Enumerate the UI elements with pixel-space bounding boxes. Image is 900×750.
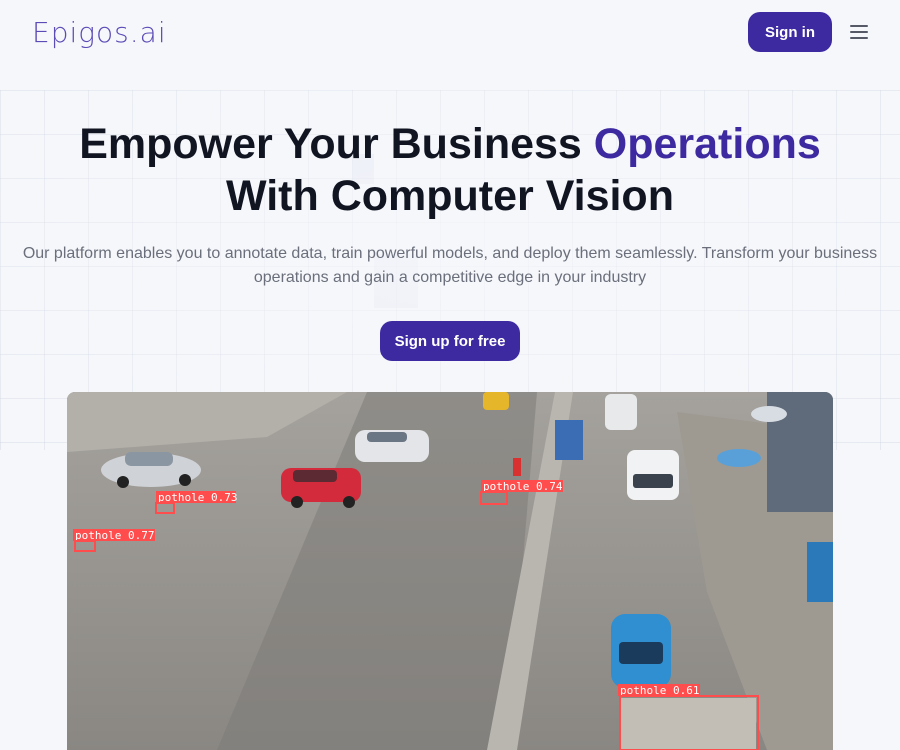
pedestrian — [513, 458, 521, 476]
car-blue — [611, 614, 671, 688]
hamburger-menu-icon[interactable] — [850, 25, 868, 39]
shop-sign — [807, 542, 833, 602]
car-yellow — [483, 392, 509, 410]
pothole-area — [620, 698, 756, 750]
umbrella — [717, 449, 761, 467]
hero-title-accent: Operations — [593, 120, 821, 168]
sign-up-button[interactable]: Sign up for free — [380, 321, 520, 361]
hero-title: Empower Your Business Operations With Co… — [0, 118, 900, 222]
street-scene-illustration: pothole 0.73 pothole 0.74 pothole 0.77 p… — [67, 392, 833, 750]
hero-section: Empower Your Business Operations With Co… — [0, 118, 900, 361]
car-red — [281, 468, 361, 508]
demo-video-frame[interactable]: pothole 0.73 pothole 0.74 pothole 0.77 p… — [67, 392, 833, 750]
sign-in-button[interactable]: Sign in — [748, 12, 832, 52]
top-navigation: Epigos.ai Sign in — [0, 0, 900, 64]
hero-subtitle: Our platform enables you to annotate dat… — [22, 245, 878, 286]
car-white — [355, 430, 429, 462]
nav-actions: Sign in — [748, 12, 868, 52]
hero-title-part2: With Computer Vision — [226, 172, 674, 220]
van-white — [627, 450, 679, 500]
car-white-far — [605, 394, 637, 430]
hero-title-part1: Empower Your Business — [79, 120, 594, 168]
umbrella — [751, 406, 787, 422]
billboard — [555, 420, 583, 460]
brand-logo[interactable]: Epigos.ai — [32, 16, 167, 49]
